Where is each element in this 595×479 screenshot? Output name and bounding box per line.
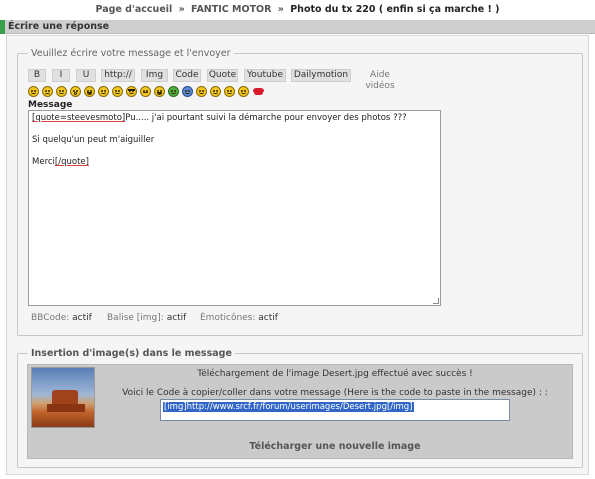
emoticons-label: Émoticônes: [200, 313, 256, 323]
smile-icon[interactable] [210, 86, 221, 97]
bbcode-status: BBCode: actif [31, 313, 92, 323]
img-tag-status: Balise [img]: actif [107, 313, 186, 323]
quote-open-tag: [quote=steevesmoto] [32, 113, 126, 123]
breadcrumb-topic: Photo du tx 220 ( enfin si ça marche ! ) [290, 4, 500, 15]
message-text: Merci [32, 157, 55, 167]
message-line: Merci[/quote] [32, 157, 437, 168]
upload-legend: Insertion d'image(s) dans le message [31, 348, 232, 359]
resize-grip[interactable] [433, 298, 439, 304]
breadcrumb-forum-link[interactable]: FANTIC MOTOR [191, 4, 271, 15]
message-text: Si quelqu'un peut m'aiguiller [32, 135, 155, 145]
smile-icon[interactable] [98, 86, 109, 97]
bbcode-value: actif [72, 313, 92, 323]
youtube-button[interactable]: Youtube [244, 69, 286, 82]
breadcrumb-home-link[interactable]: Page d'accueil [96, 4, 173, 15]
quote-button[interactable]: Quote [207, 69, 238, 82]
link-button[interactable]: http:// [101, 69, 135, 82]
smile-icon[interactable] [196, 86, 207, 97]
message-line [32, 146, 437, 157]
surprised-icon[interactable] [70, 86, 81, 97]
happy-icon[interactable] [154, 86, 165, 97]
message-line [32, 124, 437, 135]
image-code-field[interactable]: [img]http://www.srcf.fr/forum/userimages… [160, 399, 510, 421]
message-line: [quote=steevesmoto]Pu..... j'ai pourtant… [32, 113, 437, 124]
lips-icon[interactable] [253, 88, 264, 95]
uploaded-image-thumbnail[interactable] [31, 367, 95, 428]
underline-button[interactable]: U [76, 69, 96, 82]
title-accent [0, 20, 5, 34]
breadcrumb-separator: » [178, 4, 185, 15]
message-text: Pu..... j'ai pourtant suivi la démarche … [125, 113, 407, 123]
dailymotion-button[interactable]: Dailymotion [291, 69, 351, 82]
smile-icon[interactable] [28, 86, 39, 97]
message-label: Message [28, 100, 73, 110]
page-title: Écrire une réponse [8, 21, 110, 32]
wink-icon[interactable] [56, 86, 67, 97]
smile-icon[interactable] [224, 86, 235, 97]
code-button[interactable]: Code [173, 69, 201, 82]
emoticons-status: Émoticônes: actif [200, 313, 278, 323]
green-smiley-icon[interactable] [168, 86, 179, 97]
italic-button[interactable]: I [52, 69, 70, 82]
angry-icon[interactable] [140, 86, 151, 97]
message-textarea[interactable]: [quote=steevesmoto]Pu..... j'ai pourtant… [28, 110, 441, 306]
img-tag-label: Balise [img]: [107, 313, 164, 323]
blue-smiley-icon[interactable] [182, 86, 193, 97]
smile-icon[interactable] [112, 86, 123, 97]
cool-icon[interactable] [126, 86, 137, 97]
upload-success-message: Téléchargement de l'image Desert.jpg eff… [197, 369, 473, 379]
img-tag-value: actif [166, 313, 187, 323]
video-help-link[interactable]: Aide vidéos [353, 69, 407, 91]
smile-icon[interactable] [238, 86, 249, 97]
message-legend: Veuillez écrire votre message et l'envoy… [31, 48, 231, 59]
bbcode-label: BBCode: [31, 313, 70, 323]
upload-new-image-link[interactable]: Télécharger une nouvelle image [100, 441, 570, 452]
laugh-icon[interactable] [84, 86, 95, 97]
upload-code-label: Voici le Code à copier/coller dans votre… [122, 388, 548, 398]
title-bar: Écrire une réponse [0, 20, 595, 34]
image-code-value: [img]http://www.srcf.fr/forum/userimages… [163, 402, 414, 412]
bold-button[interactable]: B [28, 69, 46, 82]
breadcrumb: Page d'accueil » FANTIC MOTOR » Photo du… [0, 4, 595, 15]
image-button[interactable]: Img [141, 69, 168, 82]
breadcrumb-separator: » [277, 4, 284, 15]
emoticons-value: actif [258, 313, 278, 323]
quote-close-tag: [/quote] [54, 157, 89, 167]
sad-icon[interactable] [42, 86, 53, 97]
